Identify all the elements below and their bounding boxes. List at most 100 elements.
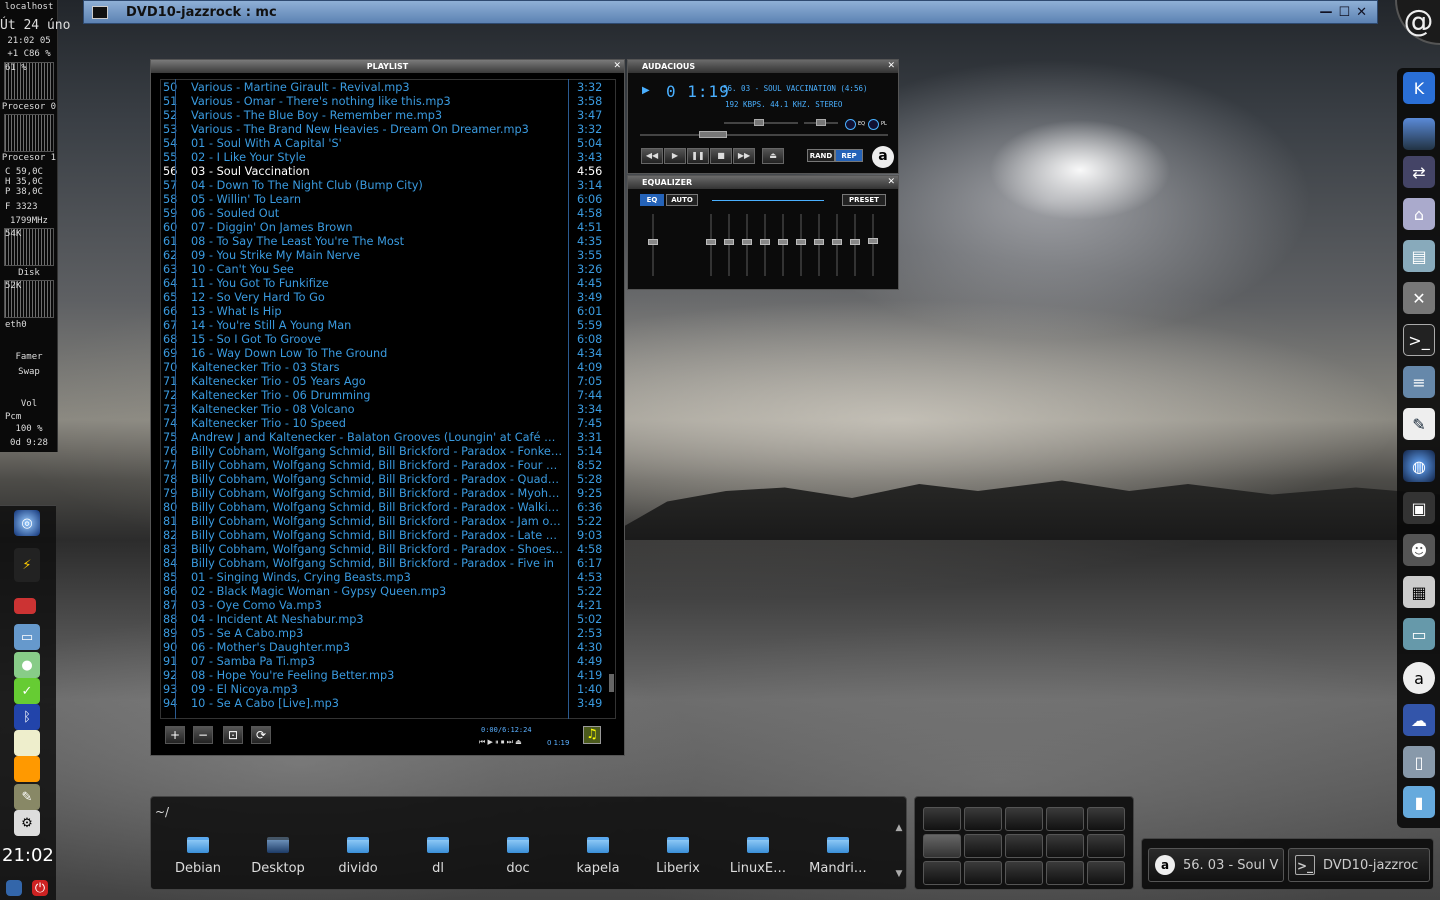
playlist-row[interactable]: 86 02 - Black Magic Woman - Gypsy Queen.m… xyxy=(161,585,615,599)
playlist-row[interactable]: 70 Kaltenecker Trio - 03 Stars 4:09 xyxy=(161,361,615,375)
virtual-desktop[interactable] xyxy=(964,861,1002,885)
folder-item[interactable]: divido xyxy=(323,833,393,876)
folder-item[interactable]: doc xyxy=(483,833,553,876)
desktop-icon[interactable] xyxy=(1403,118,1435,150)
playlist-row[interactable]: 78 Billy Cobham, Wolfgang Schmid, Bill Br… xyxy=(161,473,615,487)
stop-button[interactable]: ■ xyxy=(710,148,732,164)
equalizer-close-button[interactable]: ✕ xyxy=(887,176,895,189)
playlist-row[interactable]: 60 07 - Diggin' On James Brown 4:51 xyxy=(161,221,615,235)
virtual-desktop[interactable] xyxy=(1005,861,1043,885)
swirl-icon[interactable]: @ xyxy=(1395,0,1440,45)
folder-item[interactable]: Mandri… xyxy=(803,833,873,876)
eq-band-slider[interactable] xyxy=(814,214,824,276)
select-button[interactable]: ⊡ xyxy=(223,726,243,744)
shuffle-button[interactable]: RAND xyxy=(807,149,835,162)
repeat-button[interactable]: REP xyxy=(835,149,863,162)
playlist-row[interactable]: 87 03 - Oye Como Va.mp3 4:21 xyxy=(161,599,615,613)
playlist-row[interactable]: 92 08 - Hope You're Feeling Better.mp3 4:1… xyxy=(161,669,615,683)
eq-band-slider[interactable] xyxy=(850,214,860,276)
network-manager-icon[interactable]: ⇄ xyxy=(1403,156,1435,188)
minimize-button[interactable]: — xyxy=(1319,5,1332,20)
pl-toggle[interactable] xyxy=(868,119,879,130)
eq-band-slider[interactable] xyxy=(796,214,806,276)
printer-icon[interactable]: ✎ xyxy=(14,784,40,810)
folder-item[interactable]: dl xyxy=(403,833,473,876)
messenger-icon[interactable]: ✓ xyxy=(14,678,40,704)
playlist-row[interactable]: 57 04 - Down To The Night Club (Bump City… xyxy=(161,179,615,193)
weather-icon[interactable]: ☁ xyxy=(1403,704,1435,736)
volume-slider[interactable] xyxy=(724,119,798,126)
virtual-desktop[interactable] xyxy=(1005,807,1043,831)
playlist-row[interactable]: 73 Kaltenecker Trio - 08 Volcano 3:34 xyxy=(161,403,615,417)
network-icon[interactable]: ● xyxy=(14,652,40,678)
image-viewer-icon[interactable]: ▦ xyxy=(1403,576,1435,608)
audacious-titlebar[interactable]: AUDACIOUS ✕ xyxy=(628,60,898,73)
folder-item[interactable]: kapela xyxy=(563,833,633,876)
playlist-row[interactable]: 85 01 - Singing Winds, Crying Beasts.mp3 4… xyxy=(161,571,615,585)
folder-item[interactable]: Liberix xyxy=(643,833,713,876)
eq-band-slider[interactable] xyxy=(868,214,878,276)
mc-window-titlebar[interactable]: DVD10-jazzrock : mc — ☐ ✕ xyxy=(83,0,1378,24)
playlist-row[interactable]: 75 Andrew J and Kaltenecker - Balaton Gro… xyxy=(161,431,615,445)
playlist-row[interactable]: 77 Billy Cobham, Wolfgang Schmid, Bill Br… xyxy=(161,459,615,473)
location-path[interactable]: ~/ xyxy=(155,805,903,821)
playlist-row[interactable]: 61 08 - To Say The Least You're The Most 4… xyxy=(161,235,615,249)
next-button[interactable]: ▶▶ xyxy=(733,148,755,164)
playlist-row[interactable]: 74 Kaltenecker Trio - 10 Speed 7:45 xyxy=(161,417,615,431)
playlist-row[interactable]: 51 Various - Omar - There's nothing like … xyxy=(161,95,615,109)
playlist-row[interactable]: 58 05 - Willin' To Learn 6:06 xyxy=(161,193,615,207)
music-note-icon[interactable]: ♫ xyxy=(583,726,601,744)
playlist-row[interactable]: 71 Kaltenecker Trio - 05 Years Ago 7:05 xyxy=(161,375,615,389)
mini-transport-controls[interactable]: ⏮ ▶ ⏸ ⏹ ⏭ ⏏ xyxy=(479,738,522,747)
eq-preset-button[interactable]: PRESET xyxy=(842,194,886,206)
folder-item[interactable]: Desktop xyxy=(243,833,313,876)
virtual-desktop[interactable] xyxy=(1087,834,1125,858)
virtual-desktop[interactable] xyxy=(1046,834,1084,858)
lock-icon[interactable] xyxy=(6,880,22,896)
eject-button[interactable]: ⏏ xyxy=(762,148,784,164)
playlist-close-button[interactable]: ✕ xyxy=(613,60,621,73)
close-button[interactable]: ✕ xyxy=(1356,5,1367,20)
playlist-row[interactable]: 65 12 - So Very Hard To Go 3:49 xyxy=(161,291,615,305)
audacious-icon[interactable]: a xyxy=(1403,662,1435,694)
playlist-row[interactable]: 80 Billy Cobham, Wolfgang Schmid, Bill Br… xyxy=(161,501,615,515)
home-folder-icon[interactable]: ⌂ xyxy=(1403,198,1435,230)
virtual-desktop[interactable] xyxy=(1046,807,1084,831)
playlist-row[interactable]: 50 Various - Martine Girault - Revival.mp… xyxy=(161,81,615,95)
playlist-row[interactable]: 55 02 - I Like Your Style 3:43 xyxy=(161,151,615,165)
phone-icon[interactable]: ▯ xyxy=(1403,746,1435,778)
pause-button[interactable]: ❚❚ xyxy=(687,148,709,164)
logout-icon[interactable]: ⏻ xyxy=(32,880,48,896)
balance-slider[interactable] xyxy=(804,119,838,126)
file-cabinet-icon[interactable]: ▤ xyxy=(1403,240,1435,272)
virtual-desktop[interactable] xyxy=(964,834,1002,858)
eq-band-slider[interactable] xyxy=(706,214,716,276)
playlist-row[interactable]: 81 Billy Cobham, Wolfgang Schmid, Bill Br… xyxy=(161,515,615,529)
playlist-row[interactable]: 82 Billy Cobham, Wolfgang Schmid, Bill Br… xyxy=(161,529,615,543)
playlist-row[interactable]: 68 15 - So I Got To Groove 6:08 xyxy=(161,333,615,347)
playlist-row[interactable]: 94 10 - Se A Cabo [Live].mp3 3:49 xyxy=(161,697,615,711)
task-audacious[interactable]: a 56. 03 - Soul V xyxy=(1148,848,1284,882)
text-editor-icon[interactable]: ✎ xyxy=(1403,408,1435,440)
video-editor-icon[interactable]: ▣ xyxy=(1403,492,1435,524)
scroll-up-icon[interactable]: ▲ xyxy=(893,823,905,833)
playlist-row[interactable]: 54 01 - Soul With A Capital 'S' 5:04 xyxy=(161,137,615,151)
eq-preamp-slider[interactable] xyxy=(648,214,658,276)
eq-on-button[interactable]: EQ xyxy=(640,194,664,206)
playlist-row[interactable]: 91 07 - Samba Pa Ti.mp3 4:49 xyxy=(161,655,615,669)
playlist-row[interactable]: 67 14 - You're Still A Young Man 5:59 xyxy=(161,319,615,333)
eq-toggle[interactable] xyxy=(845,119,856,130)
audacious-logo-button[interactable]: a xyxy=(872,146,894,168)
settings-icon[interactable]: ⚙ xyxy=(14,810,40,836)
terminal-app-icon[interactable]: >_ xyxy=(1403,324,1435,356)
playlist-row[interactable]: 64 11 - You Got To Funkifize 4:45 xyxy=(161,277,615,291)
playlist-scrollbar[interactable] xyxy=(609,674,614,692)
playlist-row[interactable]: 63 10 - Can't You See 3:26 xyxy=(161,263,615,277)
virtual-desktop[interactable] xyxy=(923,807,961,831)
task-terminal[interactable]: >_ DVD10-jazzroc xyxy=(1288,848,1430,882)
eq-band-slider[interactable] xyxy=(724,214,734,276)
playlist-row[interactable]: 88 04 - Incident At Neshabur.mp3 5:02 xyxy=(161,613,615,627)
virtual-desktop[interactable] xyxy=(1005,834,1043,858)
eq-band-slider[interactable] xyxy=(760,214,770,276)
flag-cz-icon[interactable] xyxy=(14,598,36,614)
